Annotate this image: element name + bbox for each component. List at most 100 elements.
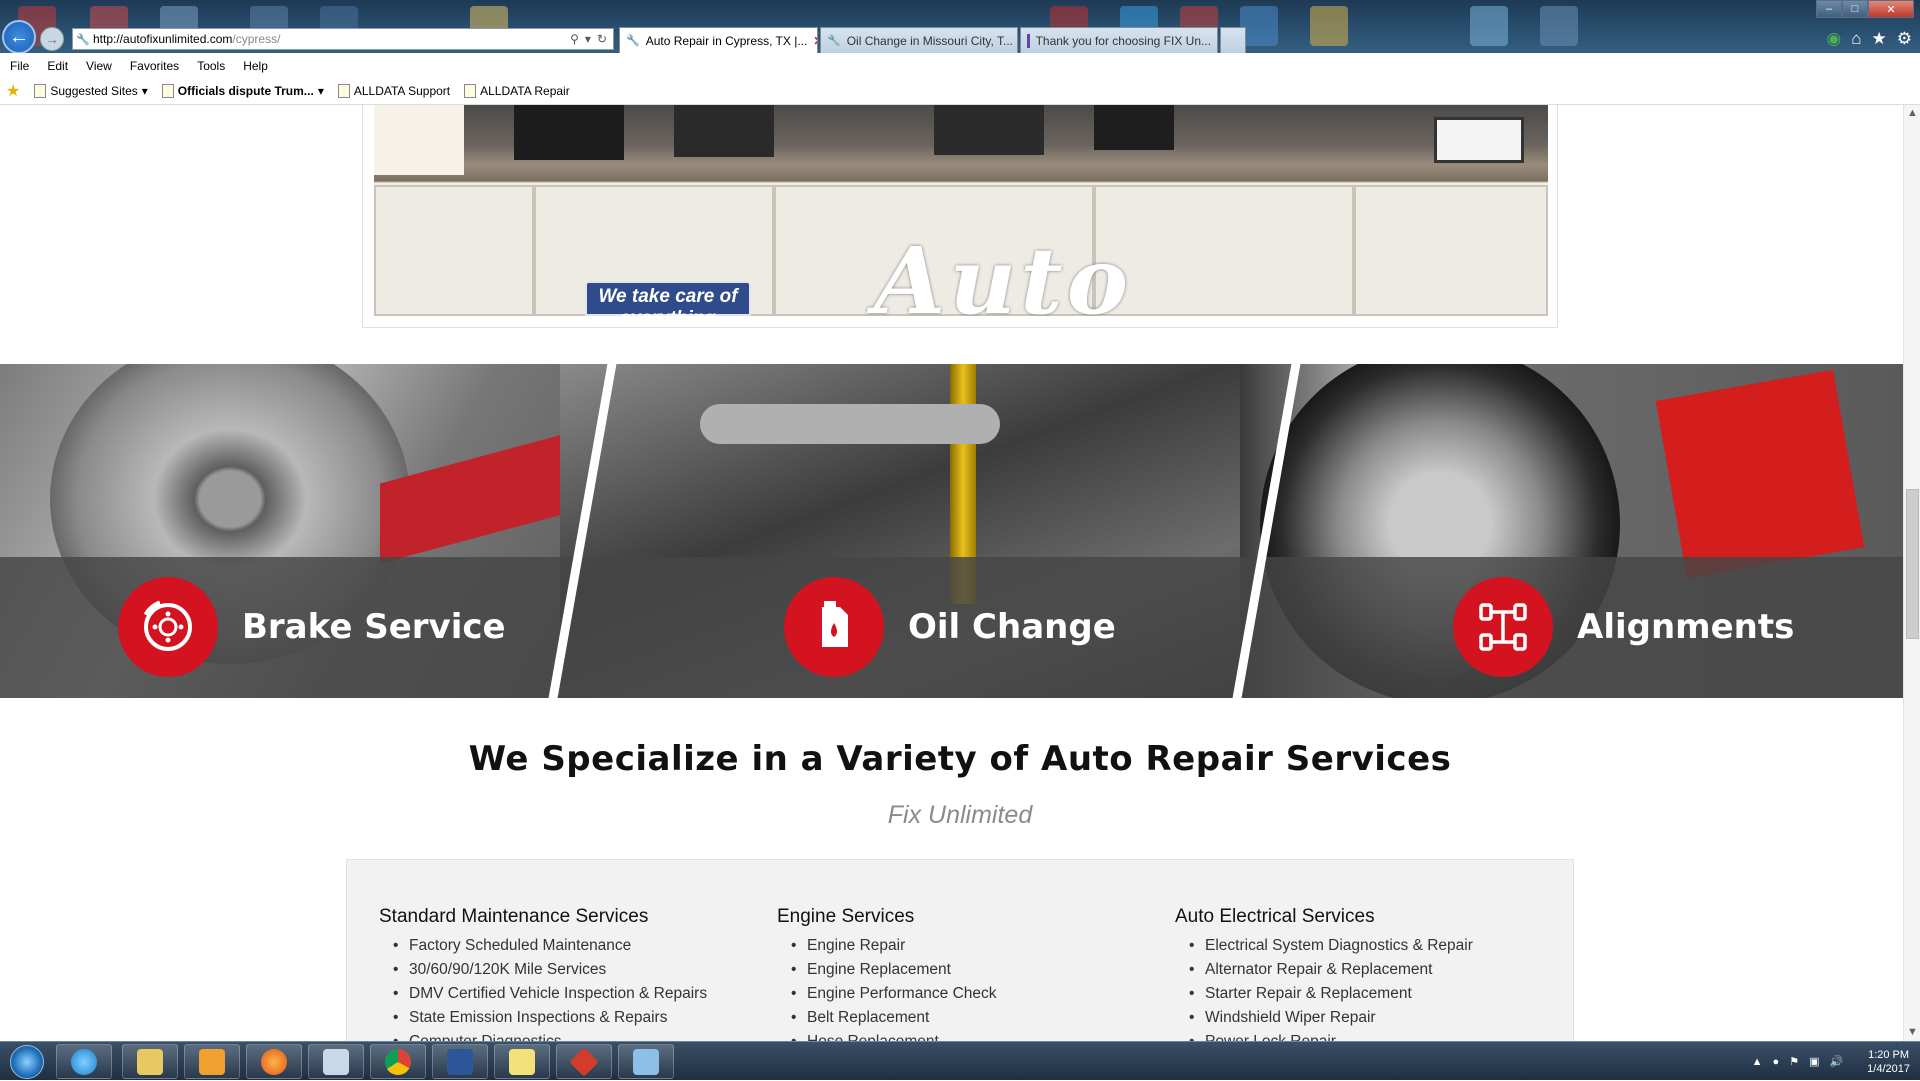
list-item: Starter Repair & Replacement [1189,982,1473,1006]
desktop-icon [1310,6,1348,46]
windows-logo-icon [10,1044,44,1079]
brake-disc-icon [118,577,218,677]
taskbar-firefox[interactable] [246,1044,302,1079]
favorite-suggested-sites[interactable]: Suggested Sites ▾ [34,84,148,98]
tab-label: Auto Repair in Cypress, TX |... [645,33,808,48]
taskbar-calculator[interactable] [308,1044,364,1079]
page-icon: 🔧 [76,33,90,46]
start-button[interactable] [4,1042,50,1081]
scrollbar-thumb[interactable] [1906,489,1919,639]
favorite-label: Officials dispute Trum... [177,84,314,98]
desktop-icon [1540,6,1578,46]
window-controls: – □ ✕ [1816,0,1914,18]
add-favorite-icon[interactable]: ★ [6,81,20,101]
action-center-flag-icon[interactable]: ⚑ [1789,1055,1799,1068]
menu-file[interactable]: File [10,59,29,73]
back-button[interactable]: ← [2,20,36,53]
calculator-icon [323,1048,349,1075]
taskbar-chrome[interactable] [370,1044,426,1079]
list-item: Engine Replacement [791,958,997,982]
oil-change-link[interactable]: Oil Change [784,577,1116,677]
taskbar-notes[interactable] [494,1044,550,1079]
list-item: Engine Performance Check [791,982,997,1006]
forward-button[interactable]: → [40,27,64,51]
desktop-icon [1470,6,1508,46]
monitor-shape [514,105,624,160]
clock[interactable]: 1:20 PM 1/4/2017 [1867,1048,1910,1076]
close-tab-icon[interactable]: ✕ [813,34,817,48]
menu-tools[interactable]: Tools [197,59,225,73]
paint-icon [633,1048,659,1075]
scroll-up-icon[interactable]: ▲ [1904,105,1920,122]
network-status-icon[interactable]: ● [1773,1056,1780,1068]
menu-view[interactable]: View [86,59,112,73]
home-icon[interactable]: ⌂ [1851,29,1861,49]
search-icon[interactable]: ⚲ [570,32,579,46]
close-window-button[interactable]: ✕ [1868,0,1914,18]
word-icon [447,1048,473,1075]
new-tab-button[interactable] [1220,27,1246,53]
favorite-alldata-support[interactable]: ALLDATA Support [337,84,450,98]
tab-auto-repair-cypress[interactable]: 🔧 Auto Repair in Cypress, TX |... ✕ [619,27,818,53]
wheel-alignment-icon [1453,577,1553,677]
favorites-star-icon[interactable]: ★ [1872,29,1887,49]
taskbar-file-explorer[interactable] [122,1044,178,1079]
person-shape [674,105,774,157]
menu-help[interactable]: Help [243,59,268,73]
list-item: Computer Diagnostics [393,1030,707,1041]
taskbar-app-red[interactable] [556,1044,612,1079]
favorite-alldata-repair[interactable]: ALLDATA Repair [464,84,570,98]
page-icon [337,84,350,98]
tab-oil-change-missouri[interactable]: 🔧 Oil Change in Missouri City, T... [820,27,1018,53]
wrench-icon: 🔧 [827,34,841,47]
hero-sign: We take care of everything [585,281,751,316]
scroll-down-icon[interactable]: ▼ [1904,1024,1920,1041]
services-column-maintenance: Standard Maintenance Services Factory Sc… [379,906,707,1041]
monitor-icon[interactable]: ▣ [1809,1055,1819,1068]
poster-shape [374,105,464,175]
system-tray: ▲ ● ⚑ ▣ 🔊 1:20 PM 1/4/2017 [1752,1042,1910,1081]
list-item: DMV Certified Vehicle Inspection & Repai… [393,982,707,1006]
counter-panel [1354,185,1548,316]
volume-icon[interactable]: 🔊 [1829,1055,1843,1068]
hero-sign-text: We take care of [598,286,738,307]
menu-edit[interactable]: Edit [47,59,68,73]
taskbar-internet-explorer[interactable] [56,1044,112,1079]
tab-thank-you[interactable]: Thank you for choosing FIX Un... [1020,27,1218,53]
media-player-icon [199,1048,225,1075]
menu-bar: File Edit View Favorites Tools Help [0,53,1920,78]
oil-change-label: Oil Change [908,607,1116,647]
services-column-electrical: Auto Electrical Services Electrical Syst… [1175,906,1473,1041]
monitor-shape [1434,117,1524,163]
refresh-icon[interactable]: ↻ [597,32,607,46]
tab-label: Thank you for choosing FIX Un... [1035,33,1211,48]
show-hidden-icons-icon[interactable]: ▲ [1752,1056,1763,1068]
hero-sign-text-2: everything [620,308,716,316]
favorite-label: ALLDATA Repair [480,84,570,98]
page-icon [464,84,477,98]
vertical-scrollbar[interactable]: ▲ ▼ [1903,105,1920,1041]
alignments-label: Alignments [1577,607,1795,647]
column-title: Engine Services [777,906,915,927]
brake-service-link[interactable]: Brake Service [118,577,506,677]
column-title: Standard Maintenance Services [379,906,649,927]
favorites-bar: ★ Suggested Sites ▾ Officials dispute Tr… [0,78,1920,105]
services-list-box: Standard Maintenance Services Factory Sc… [346,859,1574,1041]
taskbar-media-player[interactable] [184,1044,240,1079]
column-title: Auto Electrical Services [1175,906,1375,927]
taskbar-paint[interactable] [618,1044,674,1079]
favorite-officials-dispute[interactable]: Officials dispute Trum... ▾ [161,84,324,98]
gear-icon[interactable]: ⚙ [1897,29,1912,49]
address-bar[interactable]: 🔧 http://autofixunlimited.com/cypress/ ⚲… [72,28,614,50]
alignments-link[interactable]: Alignments [1453,577,1794,677]
minimize-button[interactable]: – [1816,0,1842,18]
dropdown-icon[interactable]: ▾ [585,32,591,46]
extension-icon[interactable]: ◉ [1826,29,1841,49]
list-item: Belt Replacement [791,1006,997,1030]
brake-service-label: Brake Service [242,607,506,647]
taskbar-word[interactable] [432,1044,488,1079]
list-item: Factory Scheduled Maintenance [393,934,707,958]
services-column-engine: Engine Services Engine Repair Engine Rep… [777,906,997,1041]
maximize-button[interactable]: □ [1842,0,1868,18]
menu-favorites[interactable]: Favorites [130,59,179,73]
